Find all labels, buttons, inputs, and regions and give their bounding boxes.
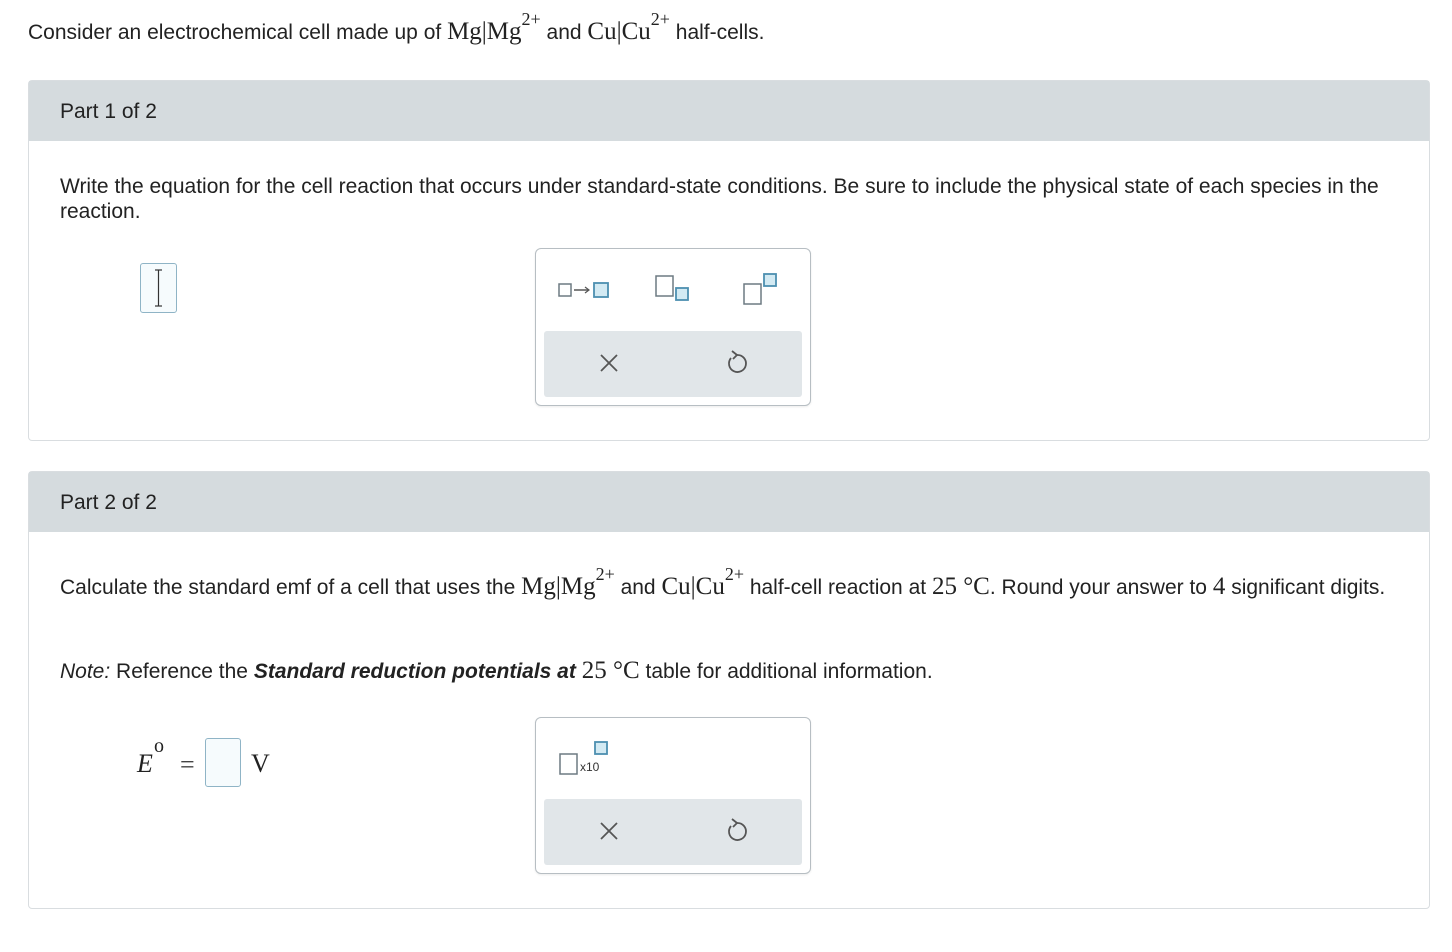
reference-note: Note: Reference the Standard reduction p… [60,657,933,684]
intro-suffix: half-cells. [675,21,765,44]
unit-label: V [251,749,270,778]
clear-button[interactable] [594,816,624,846]
problem-intro: Consider an electrochemical cell made up… [28,9,765,51]
scientific-notation-button[interactable]: x10 [556,738,616,778]
part-1-question: Write the equation for the cell reaction… [60,175,1379,223]
part-2-panel: Part 2 of 2 Calculate the standard emf o… [28,471,1430,909]
reaction-arrow-button[interactable] [556,275,614,307]
emf-symbol: E [137,749,153,778]
intro-joiner: and [546,21,582,44]
undo-icon [728,350,747,373]
intro-text: Consider an electrochemical cell made up… [28,21,442,44]
clear-button[interactable] [594,348,624,378]
text-cursor-icon [155,269,162,307]
numeric-toolbar: x10 [535,717,811,874]
superscript-icon [743,273,777,305]
emf-answer-row: E o = V [137,734,287,794]
reference-table-link[interactable]: Standard reduction potentials at [254,660,576,683]
part-1-panel: Part 1 of 2 Write the equation for the c… [28,80,1430,441]
undo-icon [728,818,747,841]
half-cell-cu: Cu|Cu2+ [587,9,670,45]
close-icon [600,822,618,840]
reaction-arrow-icon [558,282,609,298]
equation-input[interactable] [140,263,177,313]
superscript-button[interactable] [740,271,784,307]
sci-label: x10 [580,760,600,774]
part-2-question: Calculate the standard emf of a cell tha… [60,564,1386,600]
part-1-header: Part 1 of 2 [29,81,1429,141]
subscript-icon [655,275,689,301]
subscript-button[interactable] [652,271,696,307]
numeric-toolbar-actions [544,799,802,865]
part-2-header: Part 2 of 2 [29,472,1429,532]
half-cell-mg: Mg|Mg2+ [447,9,541,45]
close-icon [600,354,618,372]
undo-button[interactable] [722,348,752,378]
emf-value-input[interactable] [205,738,241,787]
undo-button[interactable] [722,816,752,846]
equation-toolbar-actions [544,331,802,397]
equals-sign: = [180,750,195,779]
emf-superscript: o [154,735,164,757]
equation-toolbar [535,248,811,406]
